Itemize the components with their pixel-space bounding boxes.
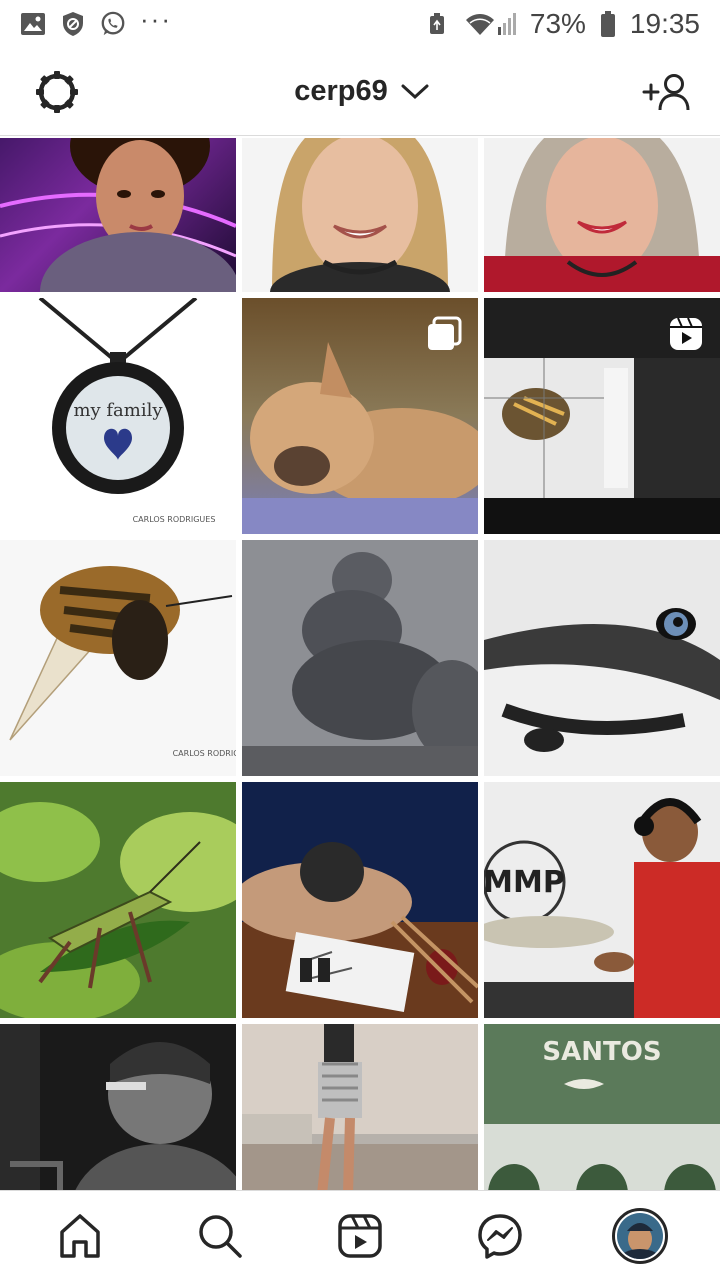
posts-grid: my family CARLOS RODRIGUES CARLOS RODRI …	[0, 138, 720, 1190]
whatsapp-icon	[100, 11, 126, 37]
more-notifications-dots: ···	[140, 4, 172, 34]
post-thumbnail[interactable]	[242, 782, 478, 1018]
post-image	[242, 138, 478, 292]
nav-reels[interactable]	[324, 1200, 396, 1272]
status-bar-right: 73% 19:35	[424, 8, 700, 40]
add-person-icon	[642, 73, 690, 110]
nav-messenger[interactable]	[464, 1200, 536, 1272]
post-image: CARLOS RODRIGUES	[0, 540, 236, 776]
post-thumbnail[interactable]	[0, 782, 236, 1018]
post-thumbnail[interactable]: my family CARLOS RODRIGUES	[0, 298, 236, 534]
wifi-signal-icon	[464, 11, 516, 37]
status-bar-left: ···	[20, 6, 172, 37]
building-sign: SANTOS	[542, 1037, 661, 1067]
discover-people-button[interactable]	[642, 67, 692, 117]
nav-search[interactable]	[184, 1200, 256, 1272]
post-image	[484, 138, 720, 292]
recycle-icon	[424, 11, 450, 37]
account-switcher[interactable]: cerp69	[294, 75, 430, 108]
post-image	[242, 782, 478, 1018]
drum-logo: MMP	[484, 865, 565, 900]
username-title: cerp69	[294, 75, 388, 107]
pendant-text: my family	[73, 400, 163, 421]
battery-percent: 73%	[529, 8, 586, 39]
status-bar: ··· 73% 19:35	[0, 0, 720, 48]
post-image	[0, 782, 236, 1018]
post-image	[484, 540, 720, 776]
chevron-down-icon	[401, 84, 429, 99]
watermark: CARLOS RODRIGUES	[133, 515, 216, 524]
settings-icon	[36, 70, 78, 113]
nav-profile[interactable]	[604, 1200, 676, 1272]
reels-icon	[338, 1213, 382, 1258]
post-thumbnail[interactable]	[242, 138, 478, 292]
post-thumbnail[interactable]	[0, 1024, 236, 1190]
post-thumbnail[interactable]	[0, 138, 236, 292]
post-image: SANTOS	[484, 1024, 720, 1190]
nav-home[interactable]	[44, 1200, 116, 1272]
carousel-icon	[428, 316, 462, 350]
post-thumbnail[interactable]: MMP	[484, 782, 720, 1018]
post-thumbnail[interactable]: SANTOS	[484, 1024, 720, 1190]
watermark: CARLOS RODRIGUES	[173, 749, 236, 758]
profile-header: cerp69	[0, 48, 720, 136]
post-image	[0, 1024, 236, 1190]
post-thumbnail[interactable]	[242, 1024, 478, 1190]
image-icon	[20, 11, 46, 37]
settings-button[interactable]	[32, 67, 82, 117]
post-thumbnail[interactable]	[484, 540, 720, 776]
clock: 19:35	[629, 8, 700, 39]
post-thumbnail[interactable]	[484, 298, 720, 534]
reels-icon	[670, 317, 702, 350]
shield-icon	[60, 11, 86, 37]
battery-icon	[600, 11, 616, 37]
post-image	[242, 1024, 478, 1190]
search-icon	[199, 1214, 242, 1258]
post-image	[242, 540, 478, 776]
home-icon	[60, 1213, 100, 1258]
profile-avatar	[612, 1207, 668, 1264]
post-image: MMP	[484, 782, 720, 1018]
bottom-navigation	[0, 1190, 720, 1280]
post-thumbnail[interactable]	[242, 298, 478, 534]
post-image	[0, 138, 236, 292]
post-thumbnail[interactable]	[242, 540, 478, 776]
post-thumbnail[interactable]	[484, 138, 720, 292]
post-thumbnail[interactable]: CARLOS RODRIGUES	[0, 540, 236, 776]
post-image: my family CARLOS RODRIGUES	[0, 298, 236, 534]
messenger-icon	[478, 1213, 522, 1259]
